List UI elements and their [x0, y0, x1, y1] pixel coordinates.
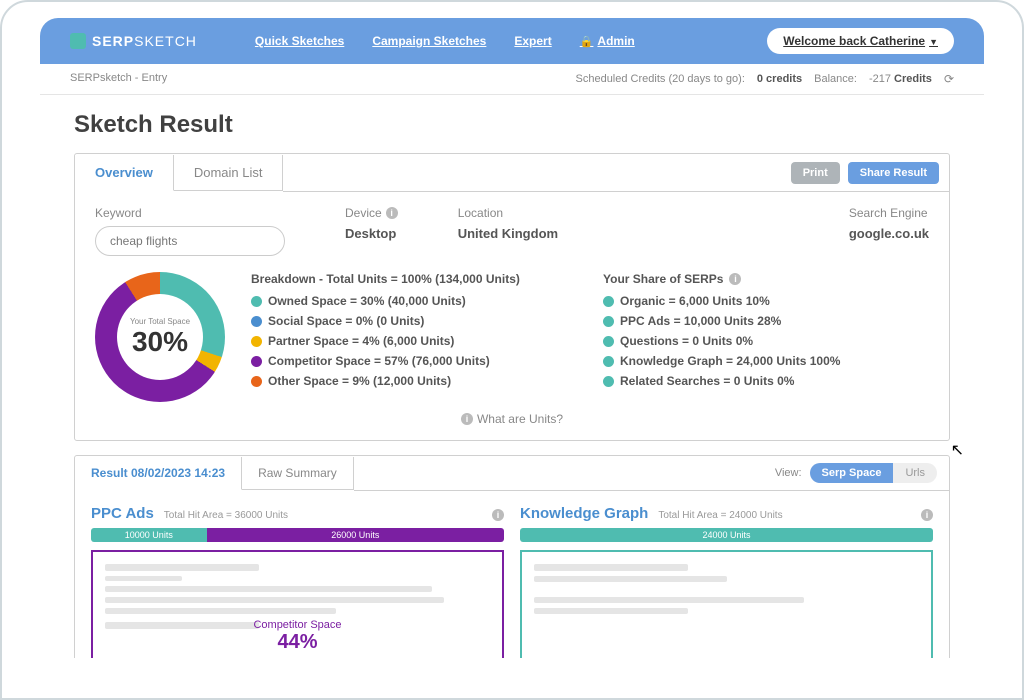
- info-icon[interactable]: i: [386, 207, 398, 219]
- share-organic: Organic = 6,000 Units 10%: [603, 294, 929, 308]
- legend-other: Other Space = 9% (12,000 Units): [251, 374, 577, 388]
- search-engine-value: google.co.uk: [849, 226, 929, 241]
- share-ppc: PPC Ads = 10,000 Units 28%: [603, 314, 929, 328]
- tab-domain-list[interactable]: Domain List: [174, 155, 284, 191]
- view-label: View:: [775, 467, 802, 479]
- ppc-ads-title: PPC Ads: [91, 505, 154, 522]
- top-navbar: SERPSKETCH Quick Sketches Campaign Sketc…: [40, 18, 984, 64]
- nav-admin[interactable]: 🔒Admin: [580, 34, 635, 48]
- donut-label: Your Total Space: [130, 317, 190, 326]
- legend-competitor: Competitor Space = 57% (76,000 Units): [251, 354, 577, 368]
- breadcrumb: SERPsketch - Entry: [70, 72, 167, 86]
- share-questions: Questions = 0 Units 0%: [603, 334, 929, 348]
- breakdown-title: Breakdown - Total Units = 100% (134,000 …: [251, 272, 577, 286]
- user-menu[interactable]: Welcome back Catherine▼: [767, 28, 954, 54]
- ppc-ads-sub: Total Hit Area = 36000 Units: [164, 510, 288, 521]
- info-icon[interactable]: i: [729, 273, 741, 285]
- info-icon[interactable]: i: [492, 509, 504, 521]
- logo-icon: [70, 33, 86, 49]
- print-button[interactable]: Print: [791, 162, 840, 184]
- what-are-units-link[interactable]: i What are Units?: [95, 412, 929, 426]
- legend-partner: Partner Space = 4% (6,000 Units): [251, 334, 577, 348]
- legend-social: Social Space = 0% (0 Units): [251, 314, 577, 328]
- ppc-bar-competitor: 26000 Units: [207, 528, 504, 542]
- keyword-label: Keyword: [95, 206, 285, 220]
- refresh-icon[interactable]: ⟳: [944, 72, 954, 86]
- ppc-space-pct: 44%: [93, 631, 502, 654]
- tab-raw-summary[interactable]: Raw Summary: [242, 457, 354, 490]
- kg-bar: 24000 Units: [520, 528, 933, 542]
- info-icon[interactable]: i: [921, 509, 933, 521]
- nav-campaign-sketches[interactable]: Campaign Sketches: [372, 34, 486, 48]
- location-label: Location: [458, 206, 558, 220]
- toggle-urls[interactable]: Urls: [893, 463, 937, 483]
- donut-chart: Your Total Space 30%: [95, 272, 225, 402]
- toggle-serp-space[interactable]: Serp Space: [810, 463, 894, 483]
- view-toggle[interactable]: Serp Space Urls: [810, 463, 937, 483]
- ppc-bar-owned: 10000 Units: [91, 528, 207, 542]
- ppc-result-box: Competitor Space 44%: [91, 550, 504, 658]
- donut-percent: 30%: [132, 326, 188, 358]
- share-title: Your Share of SERPs: [603, 272, 723, 286]
- device-label: Device: [345, 206, 382, 220]
- ppc-space-label: Competitor Space: [93, 619, 502, 631]
- ppc-bar: 10000 Units 26000 Units: [91, 528, 504, 542]
- sub-bar: SERPsketch - Entry Scheduled Credits (20…: [40, 64, 984, 95]
- kg-result-box: [520, 550, 933, 658]
- share-related: Related Searches = 0 Units 0%: [603, 374, 929, 388]
- logo-text-1: SERP: [92, 33, 134, 49]
- nav-quick-sketches[interactable]: Quick Sketches: [255, 34, 344, 48]
- info-icon: i: [461, 413, 473, 425]
- scheduled-credits-label: Scheduled Credits (20 days to go):: [576, 73, 745, 85]
- balance-value: -217: [869, 73, 891, 85]
- keyword-input[interactable]: [95, 226, 285, 256]
- location-value: United Kingdom: [458, 226, 558, 241]
- legend-owned: Owned Space = 30% (40,000 Units): [251, 294, 577, 308]
- search-engine-label: Search Engine: [849, 206, 929, 220]
- scheduled-credits-value: 0 credits: [757, 73, 802, 85]
- knowledge-graph-sub: Total Hit Area = 24000 Units: [658, 510, 782, 521]
- knowledge-graph-title: Knowledge Graph: [520, 505, 648, 522]
- share-knowledge: Knowledge Graph = 24,000 Units 100%: [603, 354, 929, 368]
- tab-result[interactable]: Result 08/02/2023 14:23: [75, 457, 242, 490]
- nav-expert[interactable]: Expert: [514, 34, 551, 48]
- balance-unit: Credits: [894, 73, 932, 85]
- logo-text-2: SKETCH: [134, 33, 197, 49]
- kg-bar-owned: 24000 Units: [520, 528, 933, 542]
- page-title: Sketch Result: [74, 111, 950, 139]
- lock-icon: 🔒: [580, 35, 594, 48]
- device-value: Desktop: [345, 226, 398, 241]
- logo: SERPSKETCH: [70, 33, 197, 49]
- tab-overview[interactable]: Overview: [75, 155, 174, 191]
- caret-down-icon: ▼: [929, 37, 938, 47]
- balance-label: Balance:: [814, 73, 857, 85]
- share-result-button[interactable]: Share Result: [848, 162, 939, 184]
